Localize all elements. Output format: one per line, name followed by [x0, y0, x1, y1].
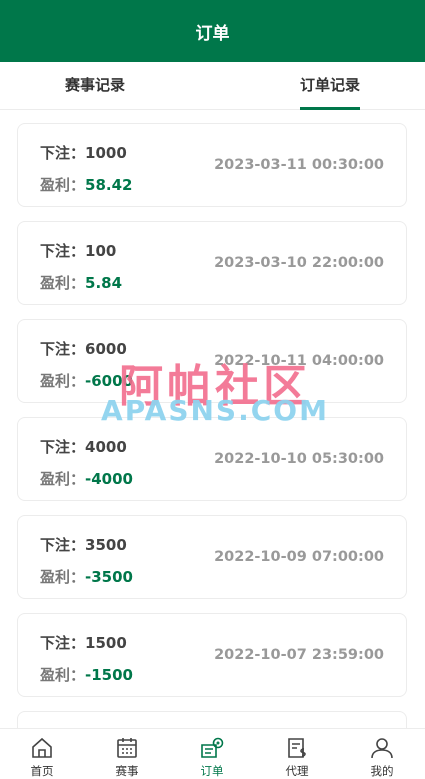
- nav-label: 订单: [200, 764, 224, 778]
- order-list[interactable]: 下注：1000 盈利：58.42 2023-03-11 00:30:00 下注：…: [0, 110, 425, 730]
- order-time: 2022-10-09 07:00:00: [214, 549, 384, 565]
- nav-label: 我的: [370, 764, 394, 778]
- bet-amount: 下注：3500: [40, 536, 127, 554]
- order-time: 2022-10-11 04:00:00: [214, 353, 384, 369]
- page-title: 订单: [195, 23, 230, 44]
- order-icon: [201, 737, 224, 758]
- profit-amount: 盈利：-6000: [40, 372, 133, 390]
- nav-profile[interactable]: 我的: [352, 729, 412, 779]
- bet-amount: 下注：4000: [40, 438, 127, 456]
- bet-amount: 下注：1000: [40, 144, 127, 162]
- order-card[interactable]: 下注：3500 盈利：-3500 2022-10-09 07:00:00: [17, 515, 407, 599]
- bet-amount: 下注：6000: [40, 340, 127, 358]
- order-time: 2022-10-07 23:59:00: [214, 647, 384, 663]
- nav-label: 代理: [285, 764, 309, 778]
- nav-label: 首页: [30, 764, 54, 778]
- order-card[interactable]: 下注：4000 盈利：-4000 2022-10-10 05:30:00: [17, 417, 407, 501]
- order-card[interactable]: 下注：100 盈利：5.84 2023-03-10 22:00:00: [17, 221, 407, 305]
- profit-amount: 盈利：5.84: [40, 274, 123, 292]
- tab-match-records[interactable]: 赛事记录: [40, 62, 150, 109]
- calendar-icon: [117, 738, 137, 758]
- profit-amount: 盈利：-4000: [40, 470, 133, 488]
- header-bar: 订单: [0, 0, 425, 62]
- profit-amount: 盈利：-1500: [40, 666, 133, 684]
- tab-order-records[interactable]: 订单记录: [275, 62, 385, 110]
- order-time: 2023-03-10 22:00:00: [214, 255, 384, 271]
- profit-amount: 盈利：-3500: [40, 568, 133, 586]
- bottom-nav: 首页 赛事 订单 代理 我的: [0, 728, 425, 779]
- bet-amount: 下注：1500: [40, 634, 127, 652]
- nav-home[interactable]: 首页: [12, 729, 72, 779]
- nav-agent[interactable]: 代理: [267, 729, 327, 779]
- user-icon: [371, 738, 393, 759]
- agent-icon: [288, 738, 306, 758]
- home-icon: [32, 737, 52, 758]
- nav-label: 赛事: [115, 764, 139, 778]
- nav-orders[interactable]: 订单: [182, 729, 242, 779]
- order-card[interactable]: 下注：6000 盈利：-6000 2022-10-11 04:00:00: [17, 319, 407, 403]
- tab-label: 订单记录: [299, 76, 360, 94]
- nav-matches[interactable]: 赛事: [97, 729, 157, 779]
- order-time: 2022-10-10 05:30:00: [214, 451, 384, 467]
- profit-amount: 盈利：58.42: [40, 176, 133, 194]
- order-time: 2023-03-11 00:30:00: [214, 157, 384, 173]
- order-card[interactable]: 下注：1500 盈利：-1500 2022-10-07 23:59:00: [17, 613, 407, 697]
- tab-bar: 赛事记录 订单记录: [0, 62, 425, 110]
- bet-amount: 下注：100: [40, 242, 117, 260]
- order-card[interactable]: 下注：1000 盈利：58.42 2023-03-11 00:30:00: [17, 123, 407, 207]
- tab-label: 赛事记录: [64, 76, 125, 94]
